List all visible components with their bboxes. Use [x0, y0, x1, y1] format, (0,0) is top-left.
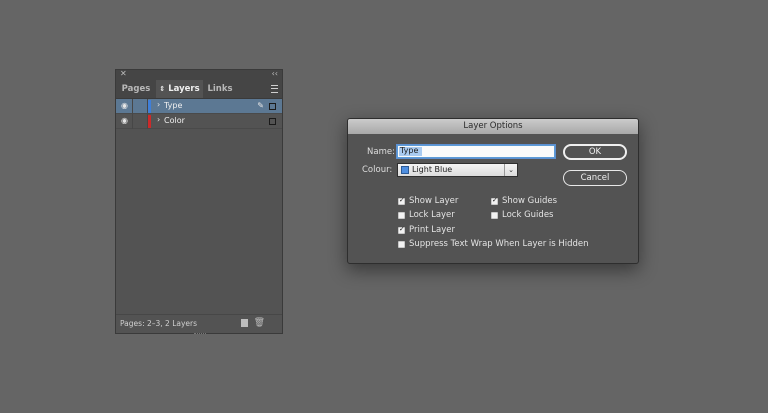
dialog-title[interactable]: Layer Options	[348, 119, 638, 134]
suppress-text-wrap-label: Suppress Text Wrap When Layer is Hidden	[409, 239, 589, 249]
show-layer-checkbox[interactable]	[398, 196, 405, 205]
resize-grip[interactable]	[194, 333, 206, 337]
trash-icon[interactable]: 🗑	[254, 318, 265, 328]
chevron-down-icon[interactable]: ⌄	[504, 164, 517, 176]
new-layer-icon[interactable]	[241, 319, 248, 327]
pen-icon: ✎	[257, 101, 264, 110]
ok-button-label: OK	[588, 147, 602, 157]
show-guides-checkbox[interactable]	[491, 196, 498, 205]
colour-swatch	[401, 166, 409, 174]
colour-value: Light Blue	[412, 165, 453, 174]
panel-menu-icon[interactable]	[271, 85, 278, 93]
tab-links-label: Links	[207, 84, 233, 94]
tab-layers[interactable]: ⇕ Layers	[156, 80, 203, 98]
layer-row-type[interactable]: ◉ › Type ✎	[116, 99, 282, 114]
updown-arrows-icon: ⇕	[159, 85, 166, 93]
layer-row-color[interactable]: ◉ › Color	[116, 114, 282, 129]
tab-pages[interactable]: Pages	[116, 80, 156, 98]
close-panel-icon[interactable]: ✕	[120, 69, 127, 78]
show-guides-label: Show Guides	[502, 196, 558, 206]
suppress-text-wrap-checkbox[interactable]	[398, 241, 405, 248]
column-divider	[132, 114, 133, 129]
eye-icon[interactable]: ◉	[121, 116, 128, 125]
column-divider	[132, 99, 133, 114]
lock-layer-label: Lock Layer	[409, 210, 455, 220]
eye-icon[interactable]: ◉	[121, 101, 128, 110]
tab-links[interactable]: Links	[203, 80, 237, 98]
panel-title-strip: ✕ ‹‹	[116, 69, 282, 80]
panel-tab-bar: Pages ⇕ Layers Links	[116, 80, 282, 99]
show-layer-label: Show Layer	[409, 196, 459, 206]
tab-pages-label: Pages	[121, 84, 151, 94]
layer-color-bar	[148, 100, 151, 113]
lock-layer-checkbox[interactable]	[398, 212, 405, 219]
chevron-right-icon[interactable]: ›	[157, 100, 160, 109]
layer-name: Type	[164, 101, 183, 110]
colour-label: Colour:	[362, 165, 393, 175]
screen: { "panel": { "tabs": [ {"label": "Pages"…	[0, 0, 768, 413]
print-layer-label: Print Layer	[409, 225, 455, 235]
ok-button[interactable]: OK	[563, 144, 627, 160]
cancel-button[interactable]: Cancel	[563, 170, 627, 186]
layer-options-dialog: Layer Options Name: Type Colour: Light B…	[347, 118, 639, 264]
name-label: Name:	[367, 147, 395, 157]
layer-name: Color	[164, 116, 185, 125]
chevron-right-icon[interactable]: ›	[157, 115, 160, 124]
cancel-button-label: Cancel	[580, 173, 610, 183]
name-field-text: Type	[400, 146, 419, 155]
colour-dropdown[interactable]: Light Blue ⌄	[397, 163, 518, 177]
panel-footer: Pages: 2–3, 2 Layers 🗑	[116, 314, 282, 333]
lock-guides-label: Lock Guides	[502, 210, 554, 220]
selection-square-icon[interactable]	[269, 118, 276, 125]
lock-guides-checkbox[interactable]	[491, 212, 498, 219]
selection-square-icon[interactable]	[269, 103, 276, 110]
collapse-panel-icon[interactable]: ‹‹	[272, 69, 278, 78]
tab-layers-label: Layers	[168, 84, 200, 94]
print-layer-checkbox[interactable]	[398, 225, 405, 234]
page-layer-count: Pages: 2–3, 2 Layers	[120, 319, 198, 328]
layers-panel: ✕ ‹‹ Pages ⇕ Layers Links ◉ › Type ✎ ◉ ›…	[115, 69, 283, 334]
layer-color-bar	[148, 115, 151, 128]
